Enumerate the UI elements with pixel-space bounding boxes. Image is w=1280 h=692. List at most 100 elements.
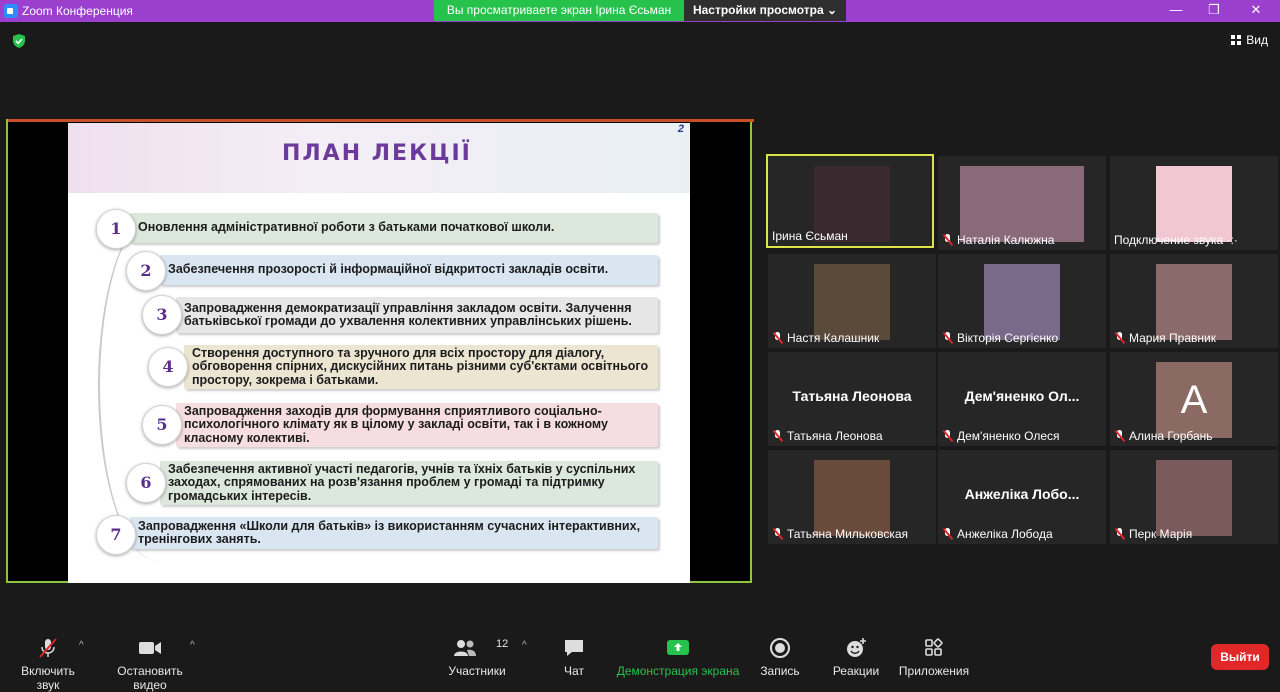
mic-muted-icon [942, 430, 954, 442]
slide-item: Запровадження «Школи для батьків» із вик… [130, 517, 658, 549]
reactions-label: Реакции [832, 664, 880, 678]
participant-display-name: Татьяна Леонова [792, 388, 912, 404]
participant-tile[interactable]: Анжеліка Лобо... Анжеліка Лобода [938, 450, 1106, 544]
participant-tile[interactable]: A Алина Горбань [1110, 352, 1278, 446]
participant-photo [984, 264, 1060, 340]
participant-name: Перк Марія [1114, 527, 1274, 541]
share-screen-icon [667, 640, 689, 655]
slide-item: Запровадження демократизації управління … [176, 297, 658, 333]
grid-icon [1231, 35, 1242, 45]
participant-avatar-drawing [1156, 166, 1232, 242]
mic-muted-icon [942, 528, 954, 540]
record-button[interactable]: Запись [758, 636, 802, 678]
record-icon [770, 638, 790, 658]
slide-item: Оновлення адміністративної роботи з бать… [130, 213, 658, 243]
participant-name: Алина Горбань [1114, 429, 1274, 443]
chat-icon [565, 640, 583, 656]
close-button[interactable]: ✕ [1246, 2, 1266, 18]
slide-item-number: 4 [148, 347, 188, 387]
participant-name: Настя Калашник [772, 331, 932, 345]
presentation-slide: 2 ПЛАН ЛЕКЦІЇ Оновлення адміністративної… [68, 123, 690, 583]
mic-muted-icon [942, 234, 954, 246]
security-shield-icon[interactable] [12, 34, 26, 48]
participant-tile[interactable]: Дем'яненко Ол... Дем'яненко Олеся [938, 352, 1106, 446]
unmute-button[interactable]: Включить звук [8, 636, 88, 692]
slide-item-number: 5 [142, 405, 182, 445]
audio-options-caret-icon[interactable]: ^ [79, 640, 84, 651]
shared-screen: 2 ПЛАН ЛЕКЦІЇ Оновлення адміністративної… [6, 119, 754, 583]
chat-button[interactable]: Чат [556, 636, 592, 678]
record-label: Запись [760, 664, 800, 678]
participant-letter-avatar: A [1156, 362, 1232, 438]
apps-label: Приложения [898, 664, 970, 678]
participant-photo [1156, 460, 1232, 536]
participants-button[interactable]: 12 Участники [446, 636, 508, 678]
participant-tile[interactable]: Подключение звука ·:· [1110, 156, 1278, 250]
slide-item: Забезпечення прозорості й інформаційної … [160, 255, 658, 285]
slide-item-number: 7 [96, 515, 136, 555]
mic-muted-icon [772, 332, 784, 344]
stop-video-button[interactable]: Остановить видео [100, 636, 200, 692]
share-top-line [8, 119, 754, 122]
view-settings-label: Настройки просмотра [692, 3, 824, 17]
mic-muted-icon [942, 332, 954, 344]
participant-tile[interactable]: Настя Калашник [768, 254, 936, 348]
slide-item: Створення доступного та зручного для всі… [184, 345, 658, 389]
title-bar: Zoom Конференция Вы просматриваете экран… [0, 0, 1280, 22]
participant-tile[interactable]: Ірина Єсьман [766, 154, 934, 248]
participant-name: Наталія Калюжна [942, 233, 1102, 247]
mic-muted-icon [772, 430, 784, 442]
participant-name: Татьяна Мильковская [772, 527, 932, 541]
share-banner: Вы просматриваете экран Ірина Єсьман [434, 0, 684, 21]
slide-item-number: 3 [142, 295, 182, 335]
mic-muted-icon [772, 528, 784, 540]
participant-tile[interactable]: Татьяна Леонова Татьяна Леонова [768, 352, 936, 446]
stop-video-label: Остановить видео [117, 664, 183, 692]
video-camera-icon [139, 642, 161, 654]
zoom-app-icon [4, 4, 18, 18]
participant-name: Подключение звука ·:· [1114, 233, 1238, 247]
participant-display-name: Дем'яненко Ол... [964, 388, 1080, 404]
meeting-toolbar: Включить звук ^ Остановить видео ^ 12 Уч… [0, 630, 1280, 692]
participant-tile[interactable]: Наталія Калюжна [938, 156, 1106, 250]
share-screen-button[interactable]: Демонстрация экрана [616, 636, 740, 678]
maximize-button[interactable]: ❐ [1204, 2, 1224, 18]
participant-photo [814, 460, 890, 536]
unmute-label: Включить звук [21, 664, 75, 692]
minimize-button[interactable]: — [1166, 2, 1186, 18]
view-settings-button[interactable]: Настройки просмотра ⌄ [684, 0, 846, 21]
participant-tile[interactable]: Перк Марія [1110, 450, 1278, 544]
share-screen-label: Демонстрация экрана [616, 664, 740, 678]
participants-count: 12 [496, 638, 509, 650]
apps-button[interactable]: Приложения [898, 636, 970, 678]
leave-button[interactable]: Выйти [1211, 644, 1269, 670]
participant-tile[interactable]: Вікторія Сергієнко [938, 254, 1106, 348]
mic-muted-icon [39, 638, 57, 658]
video-options-caret-icon[interactable]: ^ [190, 640, 195, 651]
slide-item-number: 1 [96, 209, 136, 249]
participant-name: Вікторія Сергієнко [942, 331, 1102, 345]
view-button-label: Вид [1246, 33, 1268, 47]
participants-icon-wrap: 12 [452, 636, 508, 660]
slide-item-number: 6 [126, 463, 166, 503]
participant-name: Ірина Єсьман [772, 229, 848, 243]
participant-photo [1156, 264, 1232, 340]
participant-name: Мария Правник [1114, 331, 1274, 345]
participant-photo [960, 166, 1084, 242]
participant-name: Дем'яненко Олеся [942, 429, 1102, 443]
mic-muted-icon [1114, 430, 1126, 442]
mic-muted-icon [1114, 332, 1126, 344]
slide-item: Забезпечення активної участі педагогів, … [160, 461, 658, 505]
participant-name: Анжеліка Лобода [942, 527, 1102, 541]
chevron-down-icon: ⌄ [826, 3, 838, 17]
participant-tile[interactable]: Татьяна Мильковская [768, 450, 936, 544]
slide-title: ПЛАН ЛЕКЦІЇ [282, 141, 472, 166]
window-title: Zoom Конференция [22, 4, 133, 18]
participant-photo [814, 264, 890, 340]
mic-muted-icon [1114, 528, 1126, 540]
apps-icon [925, 638, 943, 656]
participant-tile[interactable]: Мария Правник [1110, 254, 1278, 348]
view-button[interactable]: Вид [1231, 33, 1268, 47]
participants-options-caret-icon[interactable]: ^ [522, 640, 527, 651]
reactions-button[interactable]: Реакции [830, 636, 882, 678]
